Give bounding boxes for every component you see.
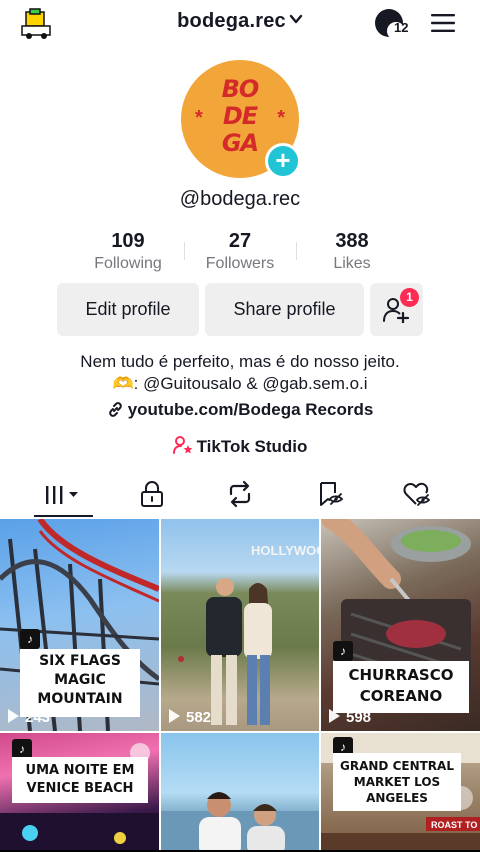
stat-followers[interactable]: 27 Followers (180, 230, 300, 273)
studio-label: TikTok Studio (196, 437, 308, 456)
heart-hands-icon: 🫶: (112, 374, 144, 393)
thumbnail-image (161, 733, 319, 852)
video-thumbnail[interactable]: ROAST TO ♪ GRAND CENTRAL MARKET LOS ANGE… (321, 733, 480, 852)
add-story-button[interactable]: + (265, 143, 301, 179)
view-count-value: 243 (25, 709, 51, 726)
stat-value: 27 (228, 230, 252, 252)
view-count-value: 598 (346, 709, 372, 726)
play-icon (8, 709, 19, 723)
stat-following[interactable]: 109 Following (68, 230, 188, 273)
video-caption: CHURRASCO COREANO (333, 661, 469, 713)
svg-text:HOLLYWOOD: HOLLYWOOD (251, 543, 319, 558)
stat-label: Following (94, 255, 162, 272)
tab-videos[interactable] (34, 480, 94, 510)
profile-link[interactable]: youtube.com/Bodega Records (0, 400, 480, 420)
edit-profile-button[interactable]: Edit profile (57, 283, 199, 336)
stat-label: Likes (333, 255, 371, 272)
profile-handle: @bodega.rec (179, 188, 301, 210)
chevron-down-icon (289, 14, 303, 24)
stat-value: 388 (335, 230, 369, 252)
stat-value: 109 (111, 230, 145, 252)
bio-mentions: 🫶: @Guitousalo & @gab.sem.o.i (0, 374, 480, 394)
view-count: 598 (329, 709, 371, 726)
video-thumbnail[interactable]: HOLLYWOOD 582 (161, 519, 319, 731)
link-icon (108, 402, 122, 417)
bio-mentions-text[interactable]: @Guitousalo & @gab.sem.o.i (143, 374, 367, 393)
notification-count: 12 (394, 20, 409, 35)
view-count: 582 (169, 709, 211, 726)
video-thumbnail[interactable]: ♪ SIX FLAGS MAGIC MOUNTAIN 243 (0, 519, 159, 731)
star-icon: * (195, 107, 203, 129)
thumbnail-image: HOLLYWOOD (161, 519, 319, 731)
play-icon (169, 709, 180, 723)
video-thumbnail[interactable]: ♪ CHURRASCO COREANO 598 (321, 519, 480, 731)
tab-reposts[interactable] (210, 480, 270, 510)
tab-liked[interactable] (388, 480, 448, 510)
share-profile-button[interactable]: Share profile (205, 283, 364, 336)
studio-icon (172, 436, 193, 454)
bio-line: Nem tudo é perfeito, mas é do nosso jeit… (80, 352, 400, 371)
stat-likes[interactable]: 388 Likes (292, 230, 412, 273)
account-username: bodega.rec (177, 10, 286, 32)
svg-text:ROAST TO: ROAST TO (431, 820, 477, 830)
repost-icon (229, 480, 251, 508)
videos-grid-icon (46, 486, 78, 504)
saved-icon (320, 482, 344, 506)
video-thumbnail[interactable]: ♪ UMA NOITE EM VENICE BEACH (0, 733, 159, 852)
lock-icon (141, 481, 163, 507)
stat-label: Followers (205, 255, 275, 272)
tiktok-icon: ♪ (20, 629, 40, 649)
star-icon: * (277, 107, 285, 129)
video-caption: SIX FLAGS MAGIC MOUNTAIN (20, 649, 140, 717)
top-bar: bodega.rec 12 (0, 0, 480, 48)
menu-icon[interactable] (431, 13, 455, 33)
video-caption: GRAND CENTRAL MARKET LOS ANGELES (333, 753, 461, 811)
profile-link-text: youtube.com/Bodega Records (127, 400, 374, 419)
friend-request-badge: 1 (400, 288, 419, 307)
video-caption: UMA NOITE EM VENICE BEACH (12, 757, 148, 803)
tab-private[interactable] (122, 480, 182, 510)
video-thumbnail[interactable] (161, 733, 319, 852)
liked-icon (403, 482, 431, 506)
view-count-value: 582 (186, 709, 212, 726)
tiktok-studio-link[interactable]: TikTok Studio (0, 435, 480, 457)
active-tab-indicator (34, 515, 93, 517)
view-count: 243 (8, 709, 50, 726)
tiktok-icon: ♪ (12, 739, 32, 759)
tab-saved[interactable] (300, 480, 360, 510)
play-icon (329, 709, 340, 723)
tiktok-icon: ♪ (333, 641, 353, 661)
